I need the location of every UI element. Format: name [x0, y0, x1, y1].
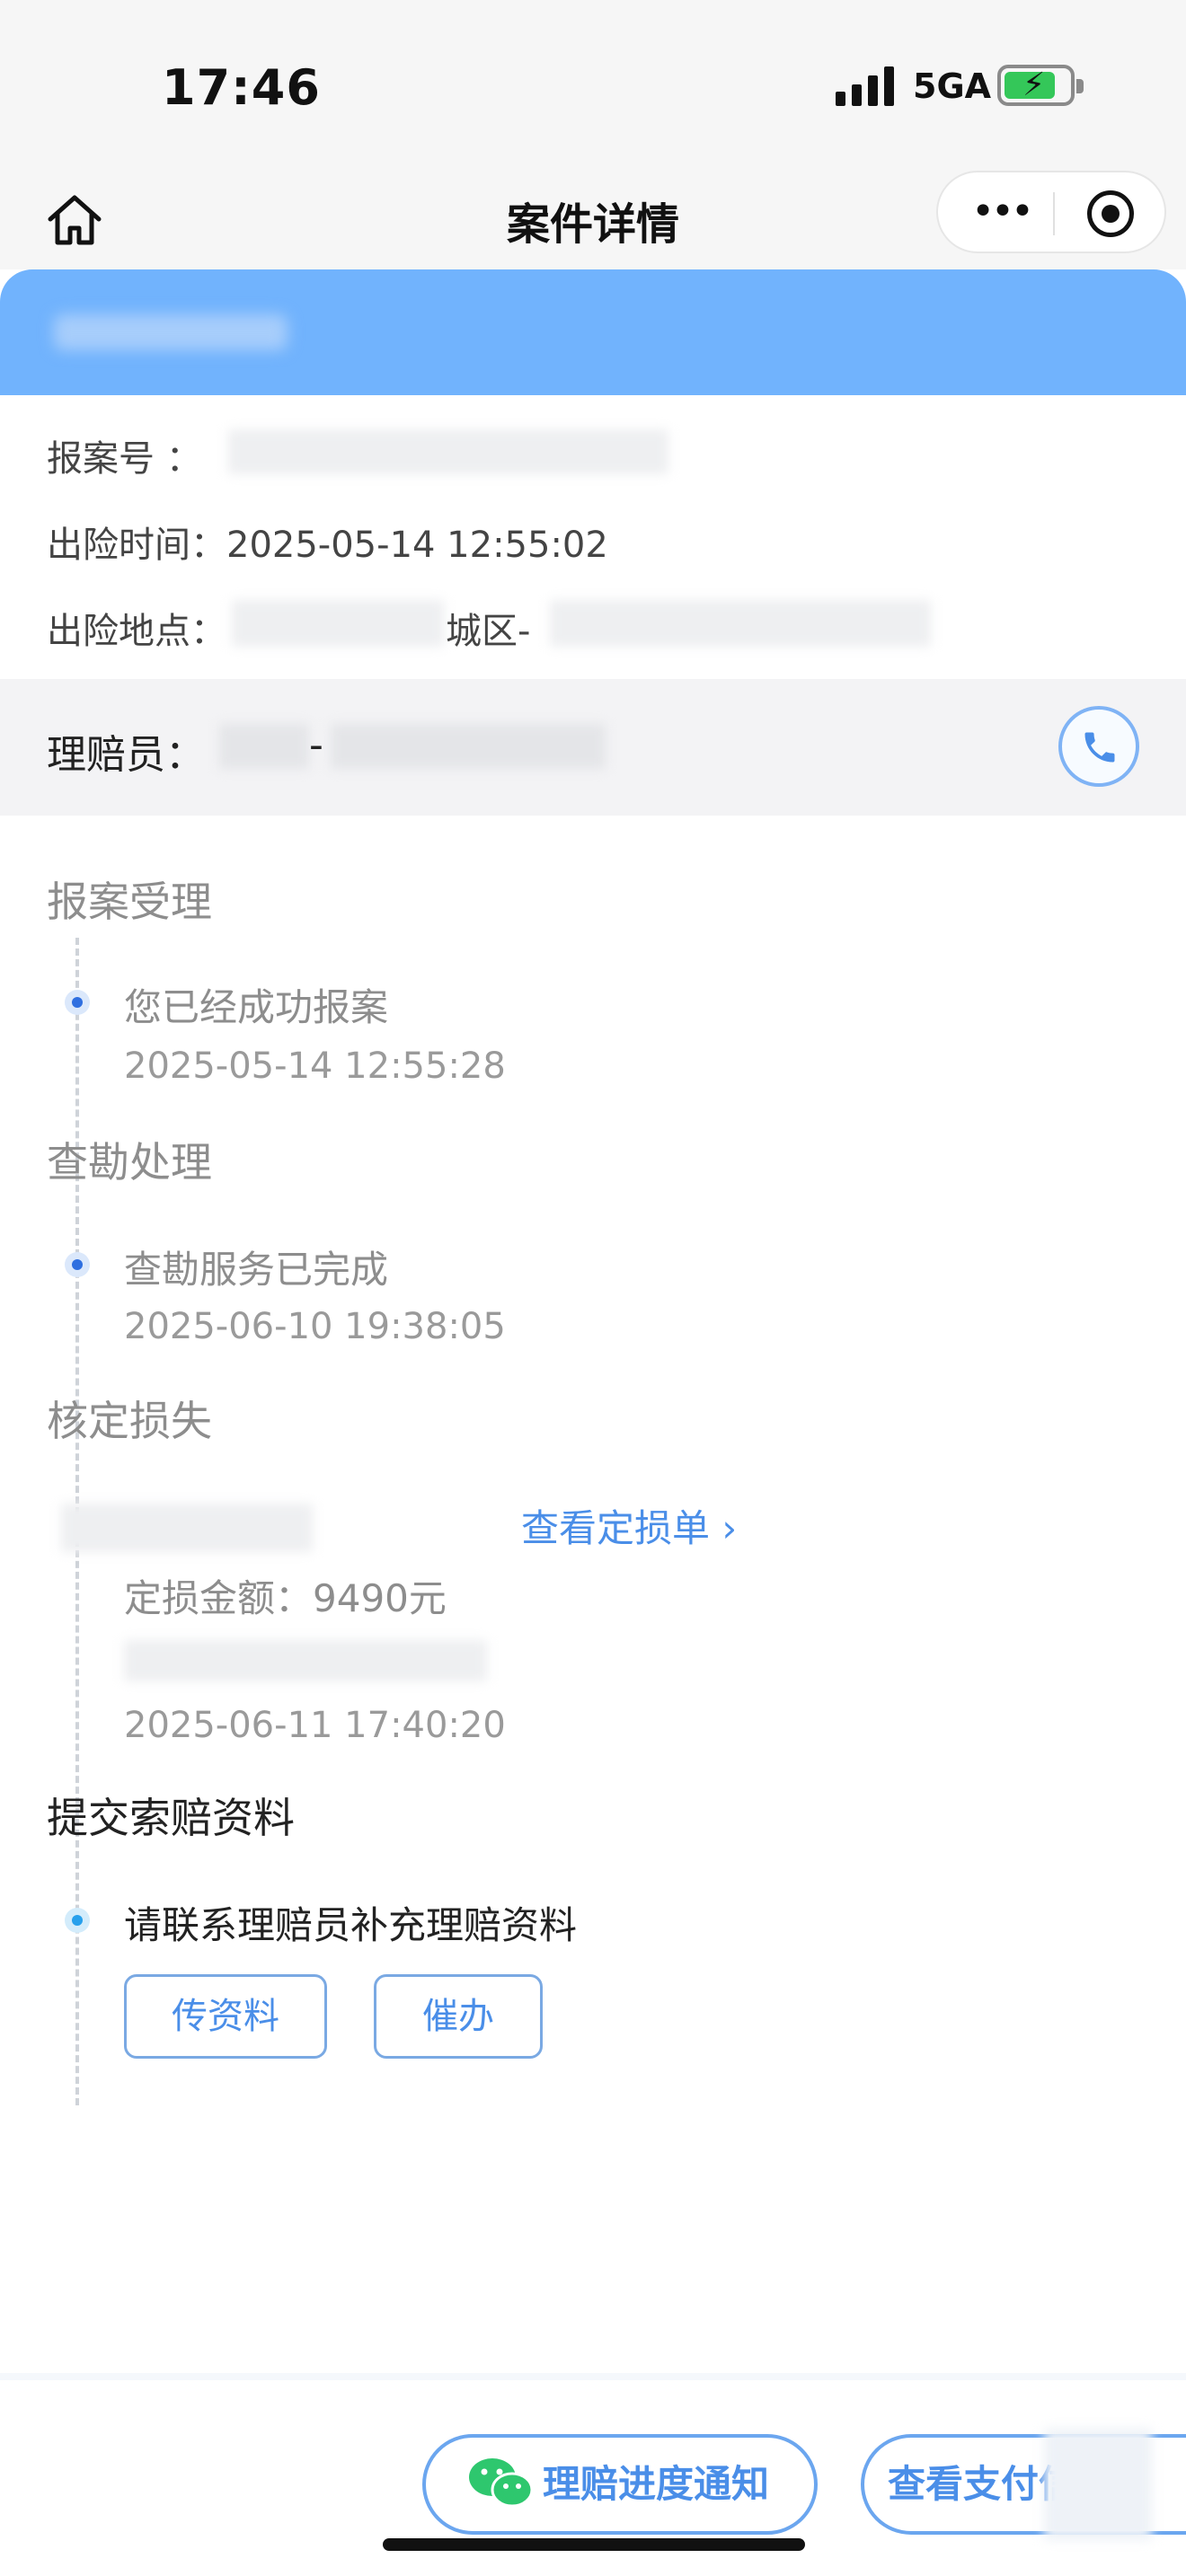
- stage-assessment-time: 2025-06-11 17:40:20: [124, 1705, 506, 1746]
- stage-report-text: 您已经成功报案: [124, 985, 389, 1029]
- redacted-place-part2: [550, 600, 931, 647]
- capsule-divider: [1053, 192, 1055, 235]
- redacted-report-number: [228, 429, 668, 474]
- accident-time-row: 出险时间：2025-05-14 12:55:02: [47, 516, 608, 568]
- upload-documents-button[interactable]: 传资料: [124, 1974, 327, 2059]
- view-assessment-link[interactable]: 查看定损单 ›: [521, 1498, 737, 1553]
- stage-survey-text: 查勘服务已完成: [124, 1248, 389, 1292]
- stage-submit-text: 请联系理赔员补充理赔资料: [124, 1903, 578, 1947]
- timeline-dot: [65, 1252, 90, 1277]
- claim-progress-notify-button[interactable]: 理赔进度通知: [422, 2434, 818, 2535]
- stage-title-submit: 提交索赔资料: [47, 1794, 295, 1842]
- report-number-row: 报案号 ：: [47, 429, 202, 481]
- urge-button[interactable]: 催办: [374, 1974, 543, 2059]
- notify-button-label: 理赔进度通知: [543, 2462, 770, 2506]
- assessment-amount: 定损金额：9490元: [124, 1576, 447, 1620]
- network-type: 5GA: [913, 66, 992, 106]
- call-adjuster-button[interactable]: [1058, 706, 1139, 787]
- phone-icon: [1084, 732, 1115, 763]
- redacted-adjuster-name: [219, 724, 309, 769]
- redacted-adjuster-phone: [331, 724, 606, 769]
- adjuster-label: 理赔员：: [47, 732, 205, 778]
- wechat-icon: [469, 2458, 534, 2508]
- stage-survey-time: 2025-06-10 19:38:05: [124, 1306, 506, 1347]
- redacted-assessment-item: [61, 1504, 313, 1552]
- accident-time-value: 2025-05-14 12:55:02: [226, 525, 608, 566]
- accident-place-fragment: 城区-: [446, 611, 531, 652]
- timeline-dot-active: [65, 1908, 90, 1933]
- adjuster-row: 理赔员： -: [0, 679, 1186, 816]
- more-icon[interactable]: •••: [965, 187, 1037, 237]
- stage-title-assessment: 核定损失: [47, 1397, 212, 1445]
- adjuster-separator: -: [309, 722, 323, 768]
- report-number-label: 报案号 ：: [47, 438, 202, 480]
- accident-place-row: 出险地点：: [47, 602, 226, 654]
- case-header: [0, 269, 1186, 395]
- status-bar: 17:46 5GA ⚡: [0, 0, 1186, 171]
- timeline-dot: [65, 990, 90, 1015]
- redacted-header-text: [54, 314, 288, 350]
- stage-title-survey: 查勘处理: [47, 1138, 212, 1187]
- redacted-corner: [1044, 2429, 1152, 2540]
- stage-report-time: 2025-05-14 12:55:28: [124, 1045, 506, 1087]
- close-target-icon[interactable]: [1087, 190, 1134, 237]
- accident-time-label: 出险时间：: [47, 525, 226, 566]
- accident-place-label: 出险地点：: [47, 611, 226, 652]
- stage-title-report: 报案受理: [47, 878, 212, 926]
- home-indicator: [383, 2538, 805, 2551]
- redacted-assessment-detail: [124, 1640, 487, 1681]
- mini-program-capsule: •••: [936, 171, 1166, 253]
- status-time: 17:46: [162, 59, 321, 116]
- nav-bar: 案件详情 •••: [0, 171, 1186, 269]
- battery-icon: ⚡: [997, 65, 1084, 106]
- signal-icon: [836, 66, 895, 106]
- redacted-place-part1: [232, 600, 444, 647]
